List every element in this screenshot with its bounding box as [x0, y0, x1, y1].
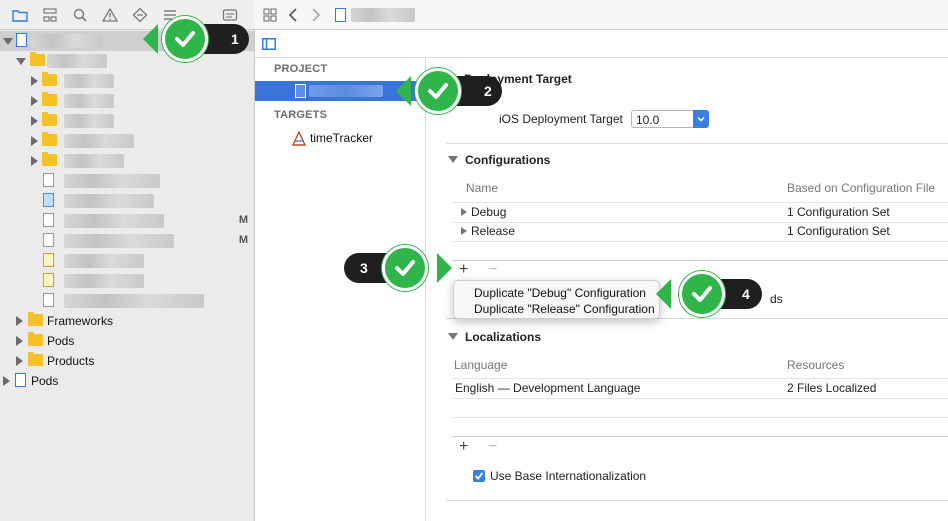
ios-deployment-select[interactable]: 10.0: [631, 110, 709, 128]
chevron-down-icon: [693, 110, 709, 128]
file-icon: [43, 233, 54, 247]
hierarchy-icon[interactable]: [41, 6, 59, 24]
tree-row-folder[interactable]: [0, 131, 254, 151]
checkmark-icon: [415, 68, 461, 114]
tree-row-folder[interactable]: [0, 111, 254, 131]
tree-row-file[interactable]: [0, 291, 254, 311]
tree-row-file[interactable]: [0, 171, 254, 191]
localizations-title: Localizations: [465, 330, 542, 344]
tree-row-folder[interactable]: [0, 71, 254, 91]
tree-row-file[interactable]: [0, 191, 254, 211]
tree-row-pods-project[interactable]: Pods: [0, 371, 254, 391]
modified-badge: M: [238, 234, 248, 246]
file-icon: [335, 8, 346, 22]
add-configuration-button[interactable]: +: [459, 261, 468, 279]
editor-subbar: [255, 30, 948, 58]
sidebar-toggle-icon[interactable]: [262, 38, 276, 50]
resources-header: Resources: [787, 358, 845, 372]
disclosure-triangle-icon[interactable]: [461, 227, 467, 235]
tree-row-products[interactable]: Products: [0, 351, 254, 371]
ios-deployment-label: iOS Deployment Target: [499, 112, 623, 126]
forward-icon[interactable]: [311, 7, 321, 23]
folder-icon: [28, 332, 43, 346]
tree-row-file[interactable]: [0, 251, 254, 271]
callout-2: 2: [396, 68, 504, 114]
tree-row-file[interactable]: M: [0, 231, 254, 251]
disclosure-triangle-icon[interactable]: [448, 156, 458, 163]
project-header: PROJECT: [274, 63, 328, 75]
config-based-header: Based on Configuration File: [787, 181, 936, 195]
base-intl-label: Use Base Internationalization: [490, 469, 647, 483]
checkmark-icon: [382, 245, 428, 291]
disclosure-triangle-icon[interactable]: [448, 333, 458, 340]
message-icon[interactable]: [221, 6, 239, 24]
folder-icon: [42, 92, 57, 106]
file-icon: [43, 253, 54, 267]
diamond-icon[interactable]: [131, 6, 149, 24]
callout-3: 3: [344, 245, 452, 291]
configuration-partial-text: ds: [770, 292, 783, 306]
disclosure-triangle-icon[interactable]: [461, 208, 467, 216]
file-icon: [295, 84, 306, 98]
file-icon: [43, 173, 54, 187]
back-icon[interactable]: [288, 7, 298, 23]
modified-badge: M: [238, 214, 248, 226]
remove-configuration-button[interactable]: −: [488, 261, 497, 279]
tree-row-frameworks[interactable]: Frameworks: [0, 311, 254, 331]
file-icon: [43, 273, 54, 287]
menu-item-duplicate-debug[interactable]: Duplicate "Debug" Configuration: [474, 286, 646, 300]
checkmark-icon: [474, 472, 484, 480]
callout-1: 1: [143, 16, 251, 62]
duplicate-configuration-menu: Duplicate "Debug" Configuration Duplicat…: [453, 280, 660, 319]
editor-jump-bar: [255, 0, 948, 30]
tree-row-file[interactable]: M: [0, 211, 254, 231]
grid-icon[interactable]: [263, 8, 277, 22]
tree-row-file[interactable]: [0, 271, 254, 291]
remove-localization-button[interactable]: −: [488, 438, 497, 456]
folder-icon: [28, 312, 43, 326]
add-localization-button[interactable]: +: [459, 438, 468, 456]
folder-icon: [42, 132, 57, 146]
menu-item-duplicate-release[interactable]: Duplicate "Release" Configuration: [474, 302, 655, 316]
language-header: Language: [454, 358, 508, 372]
folder-icon: [42, 152, 57, 166]
target-row[interactable]: timeTracker: [255, 128, 426, 148]
file-icon: [15, 373, 26, 387]
file-icon: [16, 33, 27, 47]
storyboard-icon: [43, 193, 54, 207]
base-intl-checkbox[interactable]: [473, 470, 485, 482]
target-icon: [291, 131, 307, 146]
callout-4: 4: [656, 271, 764, 317]
tree-row-folder[interactable]: [0, 151, 254, 171]
folder-icon: [42, 72, 57, 86]
targets-header: TARGETS: [274, 109, 328, 121]
config-name-header: Name: [466, 181, 499, 195]
tree-row-pods-group[interactable]: Pods: [0, 331, 254, 351]
folder-icon: [42, 112, 57, 126]
breadcrumb[interactable]: [351, 8, 415, 22]
folder-icon: [30, 52, 45, 66]
folder-icon: [28, 352, 43, 366]
folder-icon[interactable]: [11, 6, 29, 24]
checkmark-icon: [679, 271, 725, 317]
file-icon: [43, 293, 54, 307]
configurations-title: Configurations: [465, 153, 551, 167]
file-icon: [43, 213, 54, 227]
project-navigator: M M Frameworks Pods Products Pods: [0, 0, 255, 521]
tree-row-group[interactable]: [0, 51, 254, 71]
checkmark-icon: [162, 16, 208, 62]
tree-row-folder[interactable]: [0, 91, 254, 111]
search-icon[interactable]: [71, 6, 89, 24]
warning-icon[interactable]: [101, 6, 119, 24]
